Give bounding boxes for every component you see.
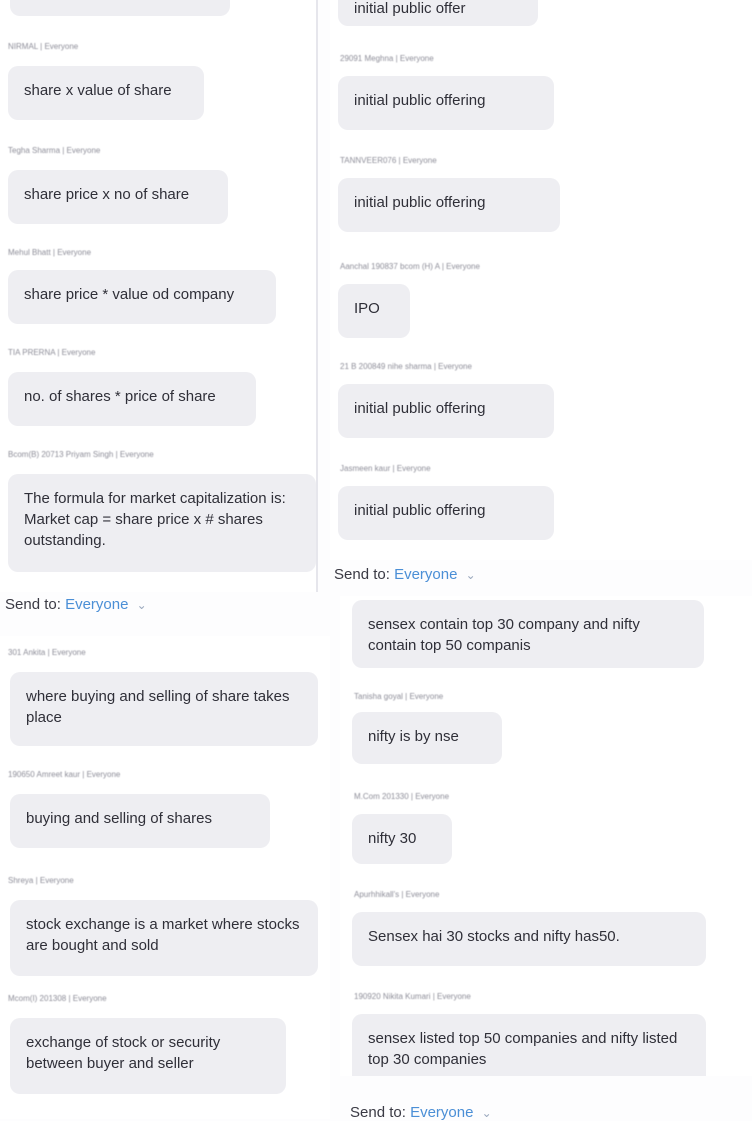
message-bubble: share x value of share: [8, 66, 204, 120]
message-sender: Bcom(B) 20713 Priyam Singh | Everyone: [8, 450, 154, 459]
message-bubble: buying and selling of shares: [10, 794, 270, 848]
message-bubble-partial: [10, 0, 230, 16]
message-bubble: no. of shares * price of share: [8, 372, 256, 426]
message-bubble: sensex listed top 50 companies and nifty…: [352, 1014, 706, 1076]
chevron-down-icon[interactable]: ⌄: [137, 598, 147, 612]
message-sender: Mehul Bhatt | Everyone: [8, 248, 92, 257]
message-sender: Shreya | Everyone: [8, 876, 74, 885]
send-to-selector[interactable]: Send to: Everyone ⌄: [350, 1104, 492, 1121]
send-to-selector[interactable]: Send to: Everyone ⌄: [334, 566, 476, 583]
message-bubble: initial public offering: [338, 384, 554, 438]
left-bottom-chat-panel: 301 Ankita | Everyone where buying and s…: [0, 636, 330, 1119]
message-sender: 21 B 200849 nihe sharma | Everyone: [340, 362, 472, 371]
message-bubble: share price x no of share: [8, 170, 228, 224]
send-to-label: Send to:: [5, 596, 61, 613]
message-sender: 190650 Amreet kaur | Everyone: [8, 770, 121, 779]
chevron-down-icon[interactable]: ⌄: [482, 1106, 492, 1120]
message-bubble: Sensex hai 30 stocks and nifty has50.: [352, 912, 706, 966]
message-bubble: initial public offering: [338, 178, 560, 232]
message-sender: 301 Ankita | Everyone: [8, 648, 86, 657]
right-bottom-chat-panel: sensex contain top 30 company and nifty …: [340, 596, 752, 1076]
message-sender: Tanisha goyal | Everyone: [354, 692, 444, 701]
message-bubble: nifty 30: [352, 814, 452, 864]
message-sender: TIA PRERNA | Everyone: [8, 348, 96, 357]
message-sender: Aanchal 190837 bcom (H) A | Everyone: [340, 262, 480, 271]
message-sender: TANNVEER076 | Everyone: [340, 156, 437, 165]
message-bubble: nifty is by nse: [352, 712, 502, 764]
message-bubble: stock exchange is a market where stocks …: [10, 900, 318, 976]
chevron-down-icon[interactable]: ⌄: [466, 568, 476, 582]
right-top-chat-panel: initial public offer 29091 Meghna | Ever…: [330, 0, 752, 560]
message-sender: M.Com 201330 | Everyone: [354, 792, 450, 801]
message-sender: 29091 Meghna | Everyone: [340, 54, 434, 63]
message-bubble: share price * value od company: [8, 270, 276, 324]
message-sender: NIRMAL | Everyone: [8, 42, 79, 51]
message-bubble: The formula for market capitalization is…: [8, 474, 316, 572]
message-bubble: sensex contain top 30 company and nifty …: [352, 600, 704, 668]
message-bubble: initial public offering: [338, 486, 554, 540]
send-to-recipient[interactable]: Everyone: [65, 596, 128, 613]
message-bubble: where buying and selling of share takes …: [10, 672, 318, 746]
left-top-chat-panel: NIRMAL | Everyone share x value of share…: [0, 0, 318, 592]
send-to-recipient[interactable]: Everyone: [394, 566, 457, 583]
message-sender: Tegha Sharma | Everyone: [8, 146, 101, 155]
message-sender: 190920 Nikita Kumari | Everyone: [354, 992, 471, 1001]
message-sender: Mcom(I) 201308 | Everyone: [8, 994, 107, 1003]
column-divider: [316, 0, 318, 592]
message-sender: Apurhhikall's | Everyone: [354, 890, 440, 899]
send-to-selector[interactable]: Send to: Everyone ⌄: [5, 596, 147, 613]
message-bubble-partial: initial public offer: [338, 0, 538, 26]
message-bubble: IPO: [338, 284, 410, 338]
message-bubble: exchange of stock or security between bu…: [10, 1018, 286, 1094]
message-bubble: initial public offering: [338, 76, 554, 130]
send-to-label: Send to:: [334, 566, 390, 583]
message-sender: Jasmeen kaur | Everyone: [340, 464, 431, 473]
send-to-label: Send to:: [350, 1104, 406, 1121]
send-to-recipient[interactable]: Everyone: [410, 1104, 473, 1121]
